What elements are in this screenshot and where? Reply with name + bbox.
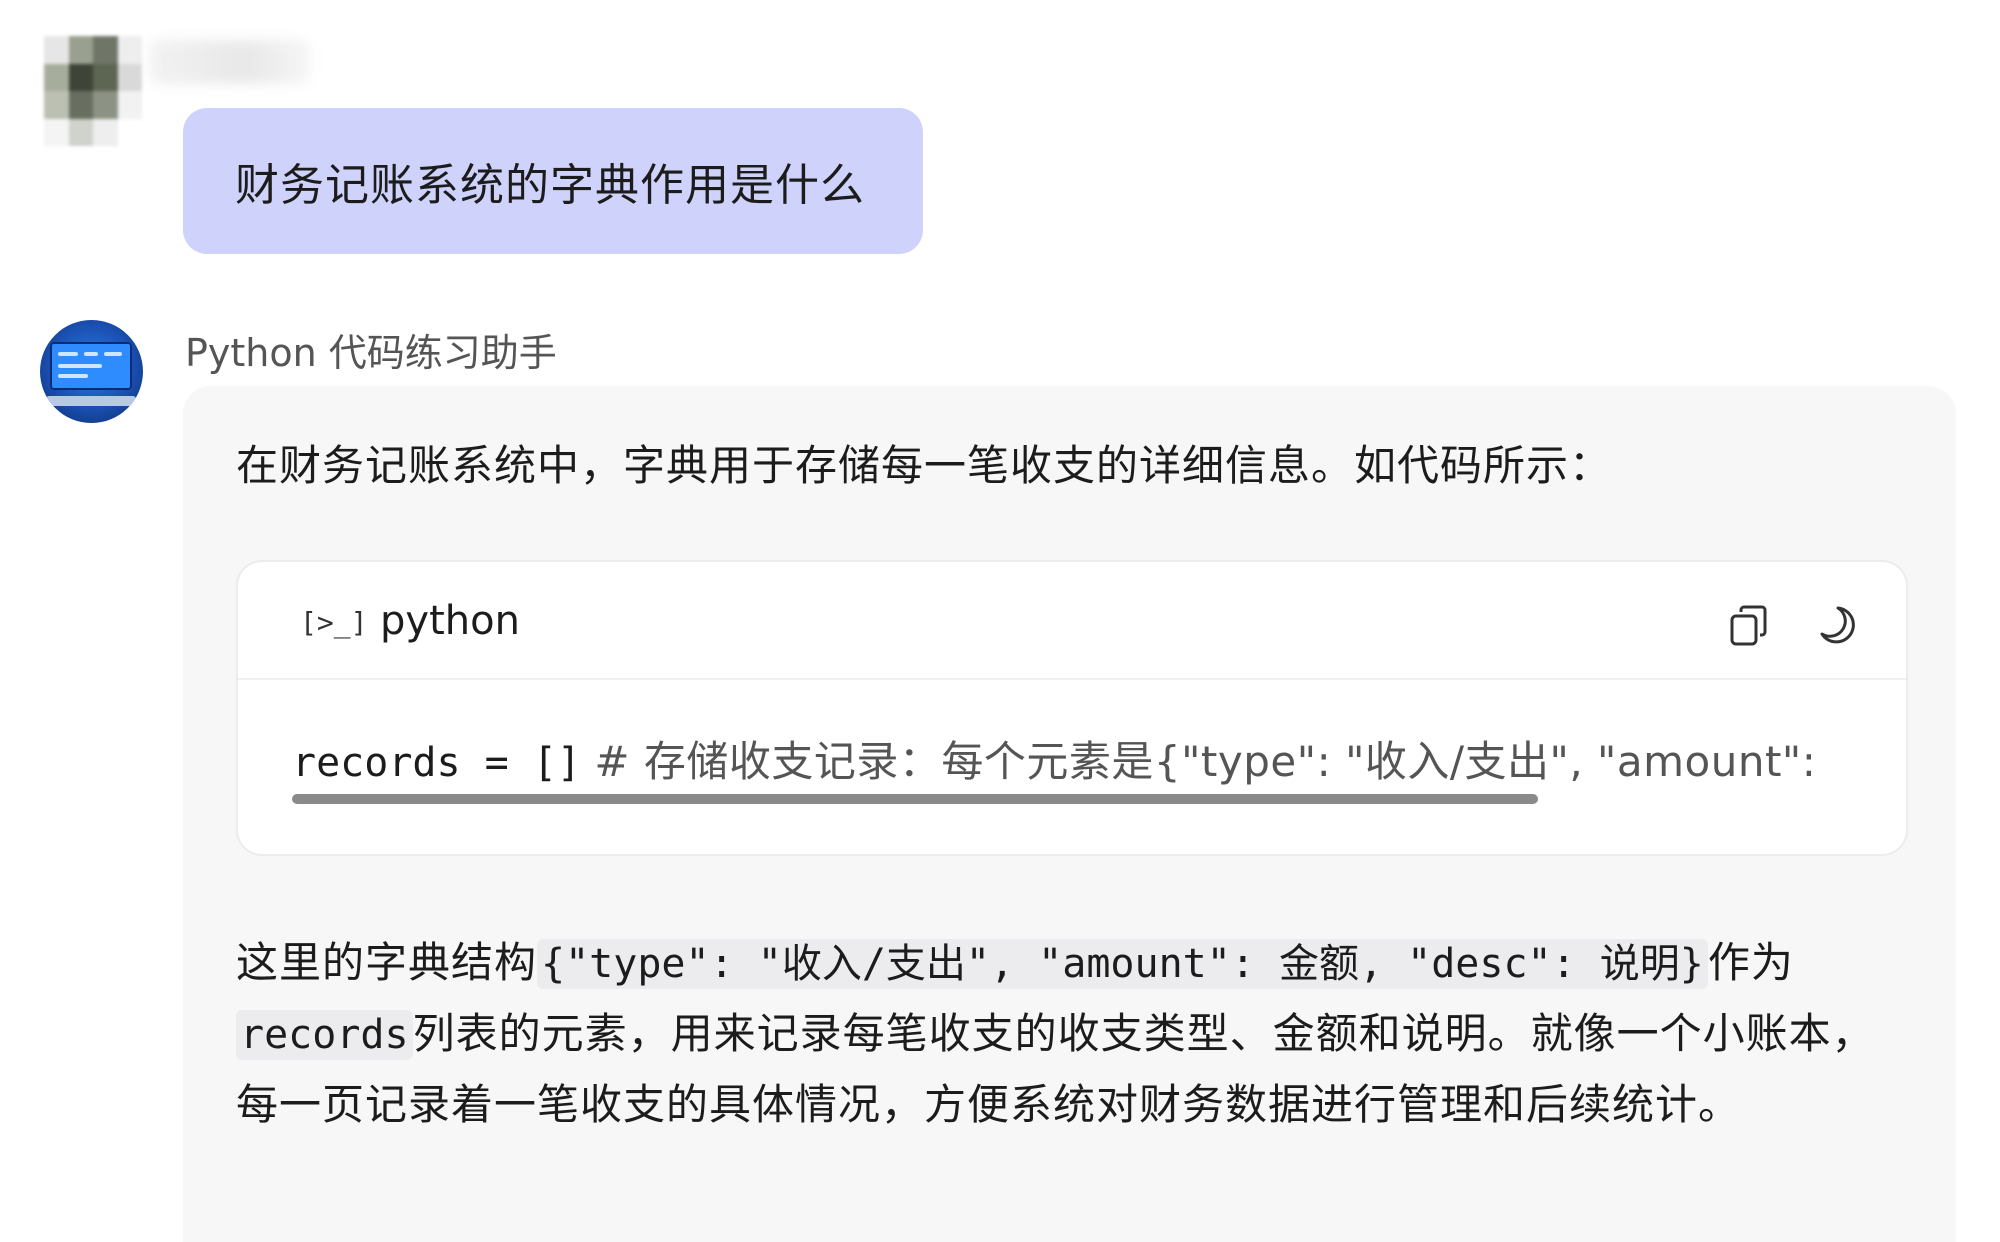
- code-comment: # 存储收支记录：每个元素是{"type": "收入/支出", "amount"…: [594, 737, 1817, 786]
- laptop-base-graphic: [46, 396, 136, 406]
- user-message-bubble: 财务记账系统的字典作用是什么: [183, 108, 923, 254]
- assistant-avatar: [40, 320, 143, 423]
- inline-code-dict: {"type": "收入/支出", "amount": 金额, "desc": …: [537, 939, 1708, 989]
- copy-icon[interactable]: [1728, 604, 1770, 648]
- code-block-header: [>_] python: [238, 562, 1906, 680]
- terminal-icon: [>_]: [300, 606, 368, 639]
- user-avatar: [44, 36, 142, 146]
- user-message-text: 财务记账系统的字典作用是什么: [235, 160, 865, 211]
- theme-toggle-icon[interactable]: [1816, 604, 1858, 646]
- laptop-screen-graphic: [50, 342, 132, 390]
- inline-code-records: records: [236, 1010, 413, 1060]
- assistant-explanation: 这里的字典结构 {"type": "收入/支出", "amount": 金额, "…: [236, 928, 1916, 1140]
- assistant-intro-text: 在财务记账系统中，字典用于存储每一笔收支的详细信息。如代码所示：: [236, 441, 1613, 490]
- code-language-label: python: [380, 598, 520, 644]
- horizontal-scrollbar[interactable]: [292, 794, 1538, 804]
- explanation-text-2: 作为: [1707, 938, 1794, 987]
- code-line: records = [] # 存储收支记录：每个元素是{"type": "收入/…: [292, 728, 1816, 789]
- assistant-name: Python 代码练习助手: [185, 331, 557, 375]
- chat-page: 财务记账系统的字典作用是什么 Python 代码练习助手 在财务记账系统中，字典…: [0, 0, 2000, 1242]
- username-redacted: [150, 40, 310, 84]
- explanation-text-3: 列表的元素，用来记录每笔收支的收支类型、金额和说明。就像一个小账本，每一页记录着…: [236, 1009, 1875, 1129]
- code-block: [>_] python records = [] # 存储收支记录：每个元素是{…: [236, 560, 1908, 856]
- explanation-text-1: 这里的字典结构: [236, 938, 538, 987]
- code-text: records = []: [292, 740, 581, 786]
